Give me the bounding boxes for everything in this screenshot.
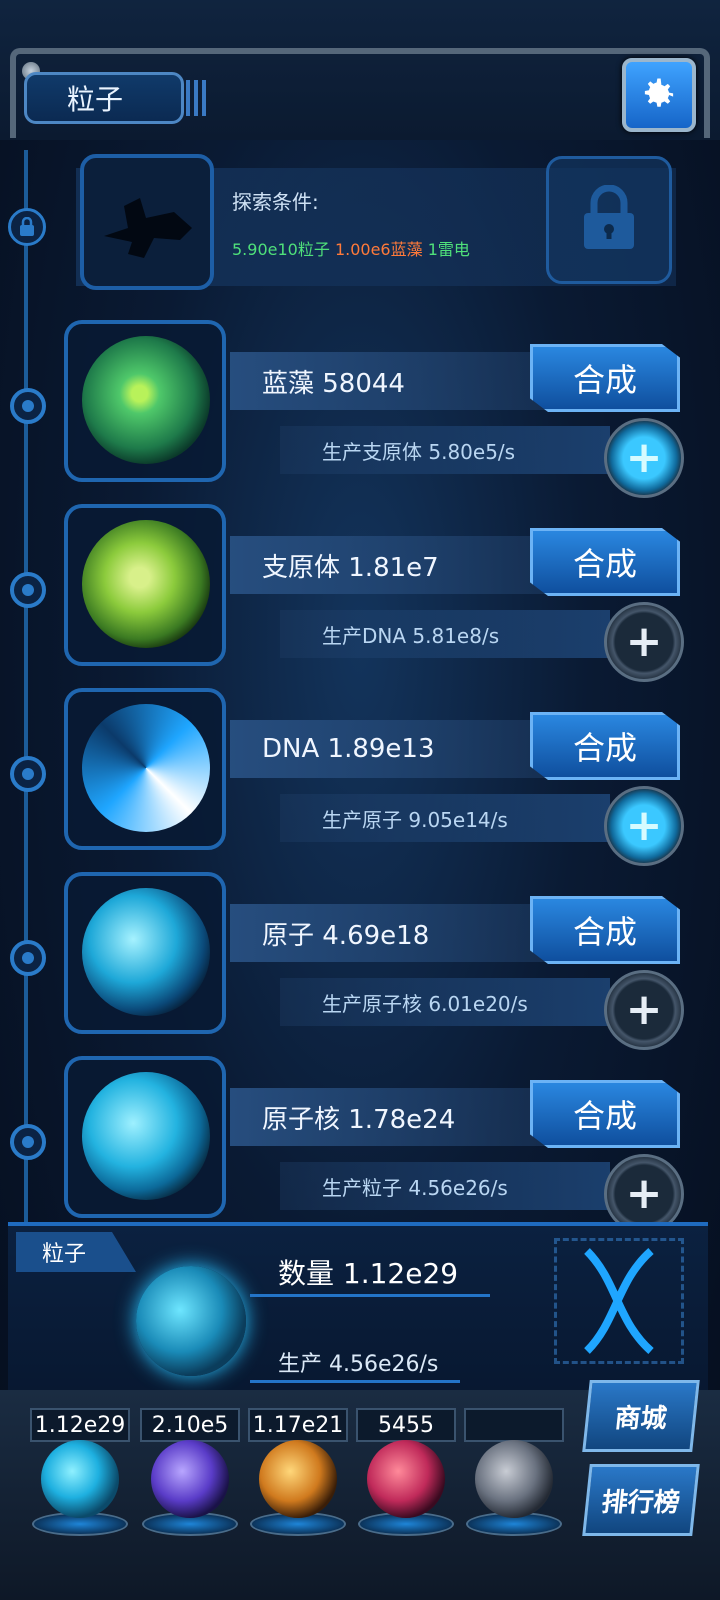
- unit-name-text: 原子核 1.78e24: [262, 1104, 456, 1135]
- requirement-particle: 5.90e10粒子: [232, 240, 330, 259]
- craft-button-label: 合成: [572, 729, 637, 767]
- unit-name-text: 原子 4.69e18: [262, 920, 430, 951]
- craft-button-label: 合成: [572, 1097, 637, 1135]
- unit-name-text: DNA 1.89e13: [262, 734, 435, 764]
- craft-button-label: 合成: [572, 361, 637, 399]
- unit-name-text: 支原体 1.81e7: [262, 552, 439, 583]
- unit-production: 生产原子 9.05e14/s: [280, 794, 610, 842]
- dna-emblem-icon: [584, 1248, 654, 1354]
- explore-lock-button[interactable]: [546, 156, 672, 284]
- unit-name: 原子核 1.78e24: [230, 1088, 560, 1146]
- particle-orb-icon[interactable]: [41, 1440, 119, 1518]
- unit-production-text: 生产原子核 6.01e20/s: [322, 991, 528, 1016]
- shop-button[interactable]: 商城: [582, 1380, 700, 1452]
- decor-line: [250, 1294, 490, 1297]
- page-title: 粒子: [24, 72, 184, 124]
- unit-production-text: 生产DNA 5.81e8/s: [322, 623, 500, 648]
- unit-row: DNA 1.89e13 合成 生产原子 9.05e14/s +: [0, 688, 720, 866]
- settings-button[interactable]: [622, 58, 696, 132]
- unit-row: 原子 4.69e18 合成 生产原子核 6.01e20/s +: [0, 872, 720, 1050]
- fire-orb-icon[interactable]: [259, 1440, 337, 1518]
- requirement-lightning: 1雷电: [427, 240, 470, 259]
- upgrade-button[interactable]: +: [604, 970, 684, 1050]
- unit-name: 原子 4.69e18: [230, 904, 560, 962]
- currency-value: 2.10e5: [140, 1408, 240, 1442]
- ranking-button-label: 排行榜: [600, 1487, 682, 1518]
- plus-icon: +: [625, 432, 663, 483]
- lock-orb-icon[interactable]: [475, 1440, 553, 1518]
- silhouette-icon: [104, 198, 192, 258]
- particle-count: 数量 1.12e29: [278, 1257, 459, 1290]
- craft-button[interactable]: 合成: [530, 896, 680, 964]
- explore-requirements: 5.90e10粒子 1.00e6蓝藻 1雷电: [232, 236, 470, 260]
- currency-value: 5455: [356, 1408, 456, 1442]
- cyanobacteria-icon: [82, 336, 210, 464]
- page-title-text: 粒子: [67, 83, 124, 116]
- requirement-cyanobacteria: 1.00e6蓝藻: [334, 240, 423, 259]
- particle-production: 生产 4.56e26/s: [278, 1352, 439, 1377]
- plus-icon: +: [625, 616, 663, 667]
- unit-production: 生产粒子 4.56e26/s: [280, 1162, 610, 1210]
- decor-line: [250, 1380, 460, 1383]
- unit-name-text: 蓝藻 58044: [262, 368, 405, 399]
- title-stripes: [186, 80, 210, 116]
- currency-value: 1.17e21: [248, 1408, 348, 1442]
- upgrade-button[interactable]: +: [604, 418, 684, 498]
- dna-emblem: [554, 1238, 684, 1364]
- rail-lock-icon: [8, 208, 46, 246]
- currency-value: 1.12e29: [30, 1408, 130, 1442]
- upgrade-button[interactable]: +: [604, 786, 684, 866]
- plus-icon: +: [625, 984, 663, 1035]
- nucleus-icon: [82, 1072, 210, 1200]
- craft-button[interactable]: 合成: [530, 1080, 680, 1148]
- mycoplasma-icon: [82, 520, 210, 648]
- ranking-button[interactable]: 排行榜: [582, 1464, 700, 1536]
- unit-production-text: 生产粒子 4.56e26/s: [322, 1175, 508, 1200]
- particle-icon: [136, 1266, 246, 1376]
- plus-icon: +: [625, 1168, 663, 1219]
- shop-button-label: 商城: [613, 1403, 669, 1434]
- explore-thumbnail: [80, 154, 214, 290]
- craft-button-label: 合成: [572, 913, 637, 951]
- unit-production: 生产DNA 5.81e8/s: [280, 610, 610, 658]
- unit-production: 生产支原体 5.80e5/s: [280, 426, 610, 474]
- unit-row: 原子核 1.78e24 合成 生产粒子 4.56e26/s +: [0, 1056, 720, 1234]
- unit-row: 支原体 1.81e7 合成 生产DNA 5.81e8/s +: [0, 504, 720, 682]
- lock-icon: [584, 185, 634, 249]
- currency-value: [464, 1408, 564, 1442]
- explore-label: 探索条件:: [232, 190, 319, 214]
- unit-production: 生产原子核 6.01e20/s: [280, 978, 610, 1026]
- lightning-orb-icon[interactable]: [151, 1440, 229, 1518]
- unit-name: DNA 1.89e13: [230, 720, 560, 778]
- brain-orb-icon[interactable]: [367, 1440, 445, 1518]
- unit-production-text: 生产支原体 5.80e5/s: [322, 439, 516, 464]
- atom-icon: [82, 888, 210, 1016]
- gear-icon: [644, 78, 674, 107]
- unit-name: 蓝藻 58044: [230, 352, 560, 410]
- craft-button-label: 合成: [572, 545, 637, 583]
- plus-icon: +: [625, 800, 663, 851]
- unit-row: 蓝藻 58044 合成 生产支原体 5.80e5/s +: [0, 320, 720, 498]
- craft-button[interactable]: 合成: [530, 528, 680, 596]
- craft-button[interactable]: 合成: [530, 712, 680, 780]
- particle-tab-label: 粒子: [42, 1242, 87, 1267]
- unit-production-text: 生产原子 9.05e14/s: [322, 807, 508, 832]
- craft-button[interactable]: 合成: [530, 344, 680, 412]
- upgrade-button[interactable]: +: [604, 602, 684, 682]
- unit-name: 支原体 1.81e7: [230, 536, 560, 594]
- dna-icon: [82, 704, 210, 832]
